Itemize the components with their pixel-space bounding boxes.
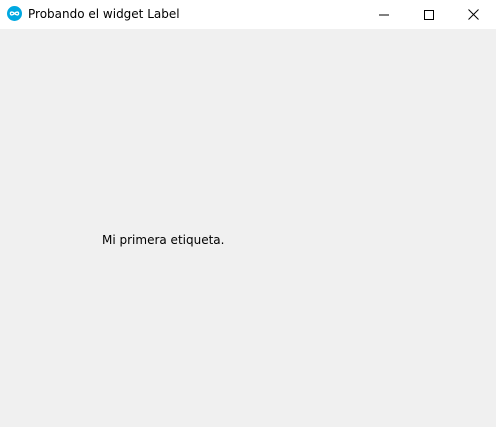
maximize-icon bbox=[423, 9, 434, 20]
arduino-infinity-icon bbox=[7, 6, 22, 21]
close-icon bbox=[468, 9, 479, 20]
minimize-icon bbox=[378, 14, 389, 15]
window-client-area: Mi primera etiqueta. bbox=[0, 29, 496, 427]
maximize-button[interactable] bbox=[406, 0, 451, 29]
label-widget: Mi primera etiqueta. bbox=[102, 233, 225, 247]
window-title: Probando el widget Label bbox=[28, 7, 180, 21]
app-window: Probando el widget Label Mi primera etiq… bbox=[0, 0, 496, 427]
title-bar[interactable]: Probando el widget Label bbox=[0, 0, 496, 29]
close-button[interactable] bbox=[451, 0, 496, 29]
minimize-button[interactable] bbox=[361, 0, 406, 29]
